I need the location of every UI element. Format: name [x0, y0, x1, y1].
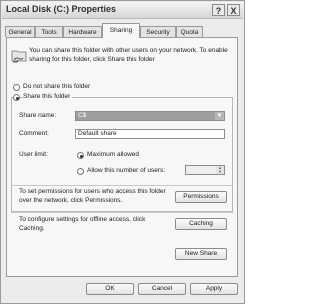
tab-hardware[interactable]: Hardware	[63, 26, 102, 37]
close-button[interactable]: X	[227, 4, 240, 16]
share-this-folder-label: Share this folder	[23, 93, 73, 100]
allow-number-label: Allow this number of users:	[87, 167, 166, 174]
share-name-dropdown[interactable]: C$ ▼	[75, 111, 225, 121]
tab-security[interactable]: Security	[140, 26, 176, 37]
maximum-allowed-radio[interactable]	[77, 152, 84, 159]
divider	[11, 185, 233, 186]
permissions-description: To set permissions for users who access …	[19, 188, 166, 204]
comment-field[interactable]: Default share	[75, 129, 225, 139]
divider	[11, 212, 233, 213]
allow-number-radio[interactable]	[77, 168, 84, 175]
share-name-label: Share name:	[19, 112, 57, 119]
chevron-down-icon[interactable]: ▼	[215, 112, 224, 120]
window-title: Local Disk (C:) Properties	[6, 4, 117, 14]
share-this-folder-radio[interactable]	[13, 94, 20, 101]
apply-button[interactable]: Apply	[190, 283, 238, 295]
tab-strip: General Tools Hardware Sharing Security …	[5, 23, 241, 38]
new-share-button[interactable]: New Share	[175, 248, 227, 260]
help-button[interactable]: ?	[212, 4, 225, 16]
ok-button[interactable]: OK	[86, 283, 134, 295]
tab-sharing[interactable]: Sharing	[102, 23, 140, 38]
do-not-share-label: Do not share this folder	[23, 83, 91, 90]
user-limit-label: User limit:	[19, 151, 48, 158]
spin-down-icon[interactable]: ▼	[216, 170, 224, 174]
tab-general[interactable]: General	[5, 26, 35, 37]
do-not-share-radio[interactable]	[13, 84, 20, 91]
caching-description: To configure settings for offline access…	[19, 216, 146, 232]
comment-label: Comment:	[19, 130, 49, 137]
share-name-value: C$	[78, 112, 87, 119]
shared-folder-icon	[11, 50, 27, 63]
cancel-button[interactable]: Cancel	[138, 283, 186, 295]
sharing-description: You can share this folder with other use…	[29, 47, 228, 63]
tab-quota[interactable]: Quota	[176, 26, 203, 37]
title-bar[interactable]: Local Disk (C:) Properties ? X	[2, 2, 243, 19]
user-count-stepper[interactable]: ▲ ▼	[185, 165, 225, 175]
permissions-button[interactable]: Permissions	[175, 191, 227, 203]
maximum-allowed-label: Maximum allowed	[87, 151, 140, 158]
tab-tools[interactable]: Tools	[35, 26, 63, 37]
caching-button[interactable]: Caching	[175, 218, 227, 230]
sharing-panel: You can share this folder with other use…	[6, 37, 238, 277]
properties-dialog: Local Disk (C:) Properties ? X General T…	[0, 0, 245, 304]
